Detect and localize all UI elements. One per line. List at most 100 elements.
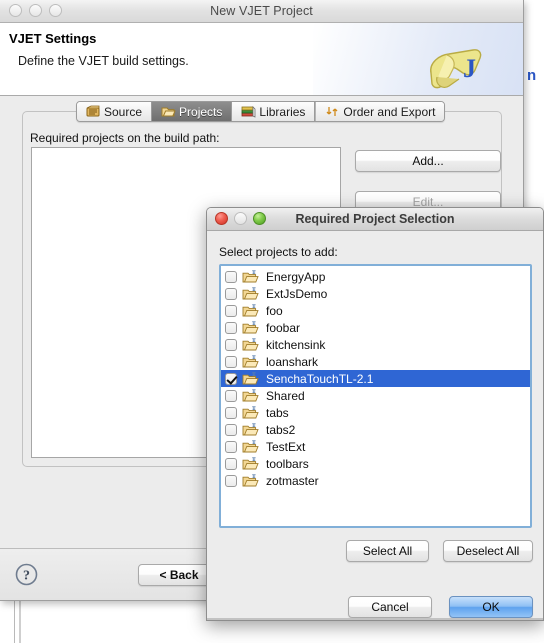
list-item[interactable]: toolbars — [221, 455, 530, 472]
project-folder-icon — [242, 354, 259, 367]
close-button-inactive[interactable] — [9, 4, 22, 17]
project-folder-icon-wrap — [242, 422, 266, 437]
clipped-background-text: n — [527, 67, 537, 84]
project-folder-icon-wrap — [242, 354, 266, 369]
source-package-icon — [86, 105, 100, 117]
dialog-traffic-lights — [215, 212, 266, 225]
screen: n New VJET Project VJET Settings Define … — [0, 0, 544, 643]
project-folder-icon-wrap — [242, 456, 266, 471]
tab-projects[interactable]: Projects — [152, 102, 233, 121]
tab-libraries-label: Libraries — [259, 104, 306, 119]
deselect-all-button[interactable]: Deselect All — [443, 540, 533, 562]
project-checkbox[interactable] — [225, 440, 237, 453]
project-folder-icon-wrap — [242, 439, 266, 454]
page-title: VJET Settings — [9, 31, 97, 46]
project-name-label: ExtJsDemo — [266, 286, 328, 301]
project-name-label: Shared — [266, 388, 305, 403]
tab-source[interactable]: Source — [77, 102, 153, 121]
required-projects-label: Required projects on the build path: — [30, 131, 220, 145]
dialog-minimize-button-disabled — [234, 212, 247, 225]
page-subtitle: Define the VJET build settings. — [18, 54, 189, 68]
project-folder-icon-wrap — [242, 269, 266, 284]
project-name-label: kitchensink — [266, 337, 326, 352]
ok-button[interactable]: OK — [449, 596, 533, 618]
dialog-prompt-label: Select projects to add: — [219, 245, 338, 259]
list-item[interactable]: foobar — [221, 319, 530, 336]
project-folder-icon — [242, 405, 259, 418]
project-folder-icon-wrap — [242, 320, 266, 335]
list-item[interactable]: foo — [221, 302, 530, 319]
project-folder-icon — [242, 439, 259, 452]
project-name-label: SenchaTouchTL-2.1 — [266, 371, 374, 386]
tab-projects-label: Projects — [179, 104, 223, 119]
tab-order-export-label: Order and Export — [343, 104, 436, 119]
projects-listbox[interactable]: EnergyApp ExtJsDemo foo foobar kitchensink lo… — [219, 264, 532, 528]
project-checkbox[interactable] — [225, 389, 237, 402]
project-checkbox[interactable] — [225, 423, 237, 436]
tab-order-and-export[interactable]: Order and Export — [315, 102, 445, 121]
project-checkbox[interactable] — [225, 270, 237, 283]
project-folder-icon — [242, 337, 259, 350]
wizard-header-banner: VJET Settings Define the VJET build sett… — [0, 23, 523, 96]
svg-text:J: J — [463, 54, 476, 83]
add-button[interactable]: Add... — [355, 150, 501, 172]
list-item[interactable]: tabs2 — [221, 421, 530, 438]
project-folder-icon — [242, 320, 259, 333]
project-name-label: TestExt — [266, 439, 306, 454]
vjet-logo-icon: J — [430, 49, 482, 89]
main-traffic-lights — [9, 4, 62, 17]
project-folder-icon — [242, 422, 259, 435]
project-folder-icon — [242, 269, 259, 282]
main-window-titlebar[interactable]: New VJET Project — [0, 0, 523, 23]
svg-text:?: ? — [23, 569, 30, 584]
dialog-close-button[interactable] — [215, 212, 228, 225]
project-name-label: loanshark — [266, 354, 319, 369]
tab-libraries[interactable]: Libraries — [232, 102, 316, 121]
project-folder-icon — [242, 456, 259, 469]
project-name-label: tabs2 — [266, 422, 296, 437]
help-question-icon[interactable]: ? — [15, 563, 38, 586]
project-name-label: tabs — [266, 405, 289, 420]
project-folder-icon — [242, 286, 259, 299]
project-checkbox[interactable] — [225, 372, 237, 385]
project-folder-icon-wrap — [242, 286, 266, 301]
tab-source-label: Source — [104, 104, 143, 119]
open-folder-icon — [161, 107, 176, 117]
project-checkbox[interactable] — [225, 287, 237, 300]
dialog-zoom-button[interactable] — [253, 212, 266, 225]
project-checkbox[interactable] — [225, 321, 237, 334]
project-name-label: EnergyApp — [266, 269, 326, 284]
required-project-selection-dialog: Required Project Selection Select projec… — [206, 207, 544, 621]
select-all-button[interactable]: Select All — [346, 540, 429, 562]
project-name-label: toolbars — [266, 456, 309, 471]
project-folder-icon — [242, 473, 259, 486]
project-folder-icon — [242, 303, 259, 316]
project-checkbox[interactable] — [225, 457, 237, 470]
project-folder-icon-wrap — [242, 405, 266, 420]
list-item[interactable]: kitchensink — [221, 336, 530, 353]
list-item[interactable]: SenchaTouchTL-2.1 — [221, 370, 530, 387]
project-folder-icon-wrap — [242, 473, 266, 488]
list-item[interactable]: Shared — [221, 387, 530, 404]
cancel-button[interactable]: Cancel — [348, 596, 432, 618]
project-checkbox[interactable] — [225, 355, 237, 368]
list-item[interactable]: zotmaster — [221, 472, 530, 489]
list-item[interactable]: EnergyApp — [221, 268, 530, 285]
project-checkbox[interactable] — [225, 304, 237, 317]
projects-list: EnergyApp ExtJsDemo foo foobar kitchensink lo… — [221, 266, 530, 489]
project-checkbox[interactable] — [225, 406, 237, 419]
build-path-tabstrip[interactable]: Source Projects Libraries Order and Expo… — [76, 101, 446, 122]
list-item[interactable]: tabs — [221, 404, 530, 421]
project-name-label: foobar — [266, 320, 301, 335]
list-item[interactable]: loanshark — [221, 353, 530, 370]
zoom-button-inactive[interactable] — [49, 4, 62, 17]
list-item[interactable]: TestExt — [221, 438, 530, 455]
minimize-button-inactive[interactable] — [29, 4, 42, 17]
dialog-bottom-edge — [207, 618, 543, 620]
main-window-title: New VJET Project — [210, 4, 313, 18]
list-item[interactable]: ExtJsDemo — [221, 285, 530, 302]
project-checkbox[interactable] — [225, 474, 237, 487]
project-checkbox[interactable] — [225, 338, 237, 351]
project-folder-icon-wrap — [242, 371, 266, 386]
dialog-titlebar[interactable]: Required Project Selection — [207, 208, 543, 231]
